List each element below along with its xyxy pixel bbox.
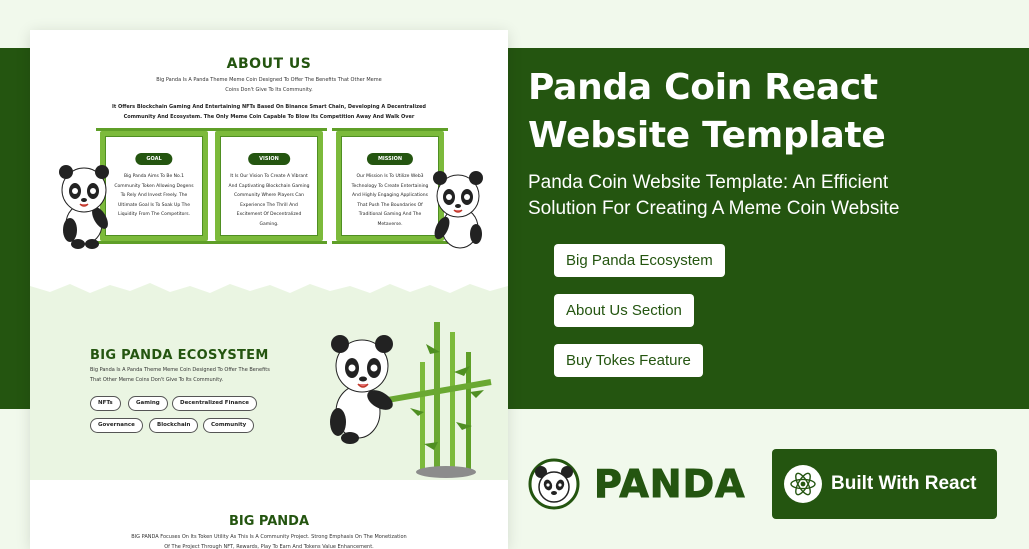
tag-decentralized-finance[interactable]: Decentralized Finance (172, 396, 257, 411)
panda-peeking-illustration (433, 171, 483, 249)
feature-ecosystem-button[interactable]: Big Panda Ecosystem (554, 244, 725, 277)
vision-card: VISION It Is Our Vision To Create A Vibr… (211, 128, 327, 244)
goal-label: GOAL (135, 153, 173, 165)
about-highlight: It Offers Blockchain Gaming And Entertai… (112, 104, 426, 120)
brand-name: PANDA (594, 462, 746, 507)
ecosystem-text: Big Panda Is A Panda Theme Meme Coin Des… (90, 367, 270, 383)
brand-logo-lockup: PANDA (528, 458, 746, 510)
hero-title-line2: Website Template (528, 115, 886, 156)
hero-title-line1: Panda Coin React (528, 67, 878, 108)
hero-subtitle-line2: Solution For Creating A Meme Coin Websit… (528, 198, 900, 219)
about-intro: Big Panda Is A Panda Theme Meme Coin Des… (156, 77, 382, 93)
torn-paper-divider (30, 283, 508, 300)
goal-text: Big Panda Aims To Be No.1 Community Toke… (114, 174, 194, 217)
mission-text: Our Mission Is To Utilize Web3 Technolog… (351, 174, 429, 227)
built-with-react-label: Built With React (831, 473, 977, 494)
react-atom-icon (790, 472, 816, 496)
tag-blockchain[interactable]: Blockchain (149, 418, 199, 433)
feature-about-us-button[interactable]: About Us Section (554, 294, 694, 327)
vision-text: It Is Our Vision To Create A Vibrant And… (228, 174, 310, 227)
big-panda-text: BIG PANDA Focuses On Its Token Utility A… (131, 534, 407, 549)
hero-subtitle-line1: Panda Coin Website Template: An Efficien… (528, 172, 889, 193)
tag-nfts[interactable]: NFTs (90, 396, 121, 411)
tag-gaming[interactable]: Gaming (128, 396, 168, 411)
ecosystem-title: BIG PANDA ECOSYSTEM (90, 348, 269, 363)
feature-buy-tokens-button[interactable]: Buy Tokes Feature (554, 344, 703, 377)
hero-subtitle: Panda Coin Website Template: An Efficien… (528, 170, 1018, 222)
website-preview: ABOUT US Big Panda Is A Panda Theme Meme… (30, 30, 508, 549)
hero-title: Panda Coin React Website Template (528, 64, 1018, 160)
tag-governance[interactable]: Governance (90, 418, 143, 433)
mission-label: MISSION (366, 153, 414, 165)
panda-face-icon (528, 458, 580, 510)
built-with-react-badge[interactable]: Built With React (772, 449, 997, 519)
vision-label: VISION (248, 153, 290, 165)
panda-bamboo-illustration (330, 322, 492, 478)
big-panda-title: BIG PANDA (228, 514, 310, 529)
react-icon-circle (784, 465, 822, 503)
tag-community[interactable]: Community (203, 418, 255, 433)
about-title: ABOUT US (226, 56, 312, 72)
panda-waving-illustration (59, 165, 109, 249)
